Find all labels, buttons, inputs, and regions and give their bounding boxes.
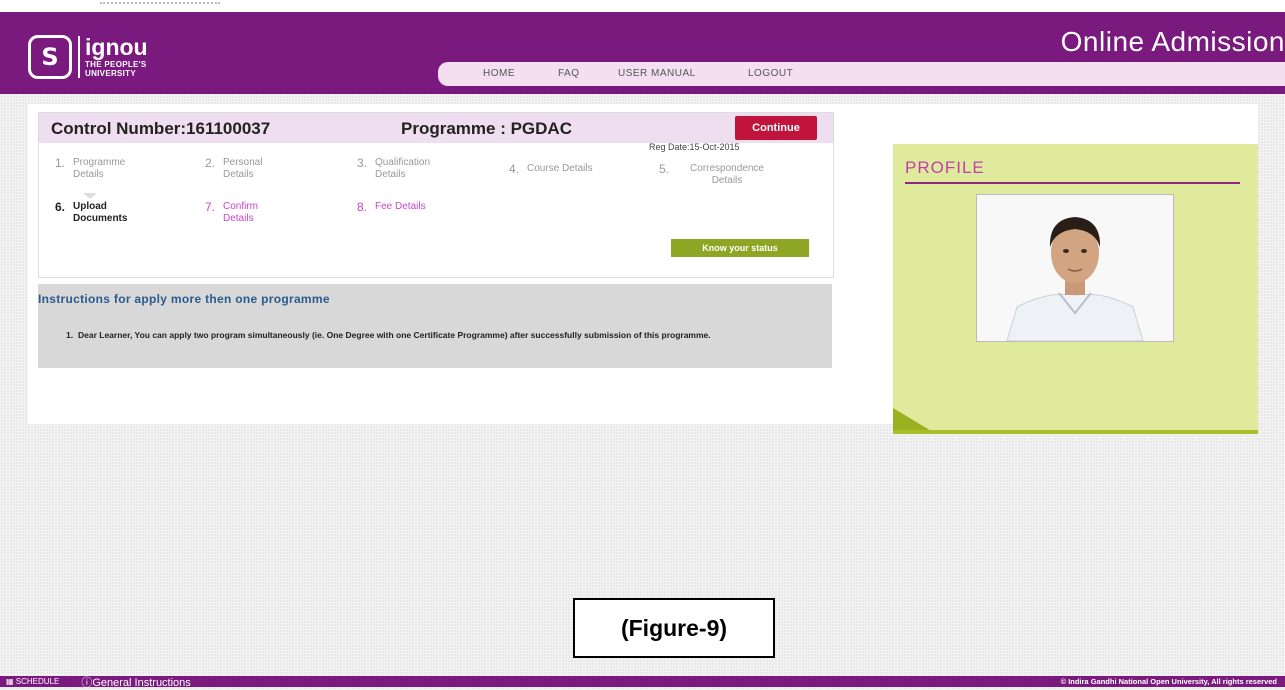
footer-bar: ▦ SCHEDULE ⓘGeneral Instructions © Indir… bbox=[0, 674, 1285, 690]
step-label: Upload Documents bbox=[73, 201, 128, 224]
nav-bar: HOME FAQ USER MANUAL LOGOUT bbox=[438, 62, 1285, 86]
ignou-emblem-icon: S bbox=[28, 35, 72, 79]
calendar-icon: ▦ bbox=[6, 677, 16, 686]
step-upload-documents[interactable]: 6. Upload Documents bbox=[55, 201, 165, 225]
step-label: Fee Details bbox=[375, 201, 426, 212]
programme-code: Programme : PGDAC bbox=[401, 119, 572, 138]
nav-home[interactable]: HOME bbox=[483, 68, 515, 79]
profile-photo-image bbox=[977, 195, 1173, 341]
profile-title: PROFILE bbox=[905, 158, 985, 177]
active-step-indicator bbox=[83, 193, 97, 199]
admission-card: Control Number:161100037 Programme : PGD… bbox=[38, 112, 834, 278]
instructions-panel: Instructions for apply more then one pro… bbox=[38, 284, 832, 368]
step-label: Confirm Details bbox=[223, 201, 259, 224]
step-number: 1. bbox=[55, 156, 66, 170]
profile-photo bbox=[976, 194, 1174, 342]
profile-panel: PROFILE bbox=[893, 144, 1258, 434]
step-qualification-details[interactable]: 3. Qualification Details bbox=[357, 157, 477, 181]
profile-divider bbox=[905, 182, 1240, 184]
instruction-text: Dear Learner, You can apply two program … bbox=[78, 330, 711, 340]
step-label: Correspondence Details bbox=[690, 163, 764, 186]
step-label: Qualification Details bbox=[375, 157, 431, 180]
step-label: Course Details bbox=[527, 163, 593, 174]
step-number: 7. bbox=[205, 200, 216, 214]
main-panel: Control Number:161100037 Programme : PGD… bbox=[28, 104, 1258, 434]
step-course-details[interactable]: 4. Course Details bbox=[509, 163, 649, 175]
control-number: Control Number:161100037 bbox=[51, 119, 271, 138]
profile-baseline bbox=[893, 430, 1258, 434]
profile-corner-accent bbox=[893, 408, 933, 432]
step-programme-details[interactable]: 1. Programme Details bbox=[55, 157, 165, 181]
site-header: S ignou THE PEOPLE'S UNIVERSITY Online A… bbox=[0, 12, 1285, 94]
step-number: 2. bbox=[205, 156, 216, 170]
step-correspondence-details[interactable]: 5. Correspondence Details bbox=[659, 163, 809, 187]
card-header: Control Number:161100037 Programme : PGD… bbox=[39, 113, 833, 143]
step-fee-details[interactable]: 8. Fee Details bbox=[357, 201, 487, 213]
nav-logout[interactable]: LOGOUT bbox=[748, 68, 793, 79]
know-your-status-button[interactable]: Know your status bbox=[671, 239, 809, 257]
step-number: 5. bbox=[659, 162, 670, 176]
logo-subtitle-1: THE PEOPLE'S bbox=[85, 60, 147, 69]
nav-user-manual[interactable]: USER MANUAL bbox=[618, 68, 696, 79]
step-confirm-details[interactable]: 7. Confirm Details bbox=[205, 201, 315, 225]
step-personal-details[interactable]: 2. Personal Details bbox=[205, 157, 315, 181]
schedule-label: SCHEDULE bbox=[15, 677, 60, 686]
instruction-item: 1. Dear Learner, You can apply two progr… bbox=[66, 330, 828, 340]
reg-date: Reg Date:15-Oct-2015 bbox=[649, 142, 740, 152]
general-instructions-link[interactable]: ⓘGeneral Instructions bbox=[81, 674, 190, 690]
instruction-number: 1. bbox=[66, 330, 74, 340]
step-number: 8. bbox=[357, 200, 368, 214]
step-label: Programme Details bbox=[73, 157, 126, 180]
nav-faq[interactable]: FAQ bbox=[558, 68, 580, 79]
top-strip-mark bbox=[100, 2, 220, 7]
step-label: Personal Details bbox=[223, 157, 263, 180]
instructions-title: Instructions for apply more then one pro… bbox=[38, 292, 330, 306]
step-number: 3. bbox=[357, 156, 368, 170]
step-number: 6. bbox=[55, 200, 66, 214]
logo-title: ignou bbox=[85, 34, 148, 60]
step-number: 4. bbox=[509, 162, 520, 176]
copyright: © Indira Gandhi National Open University… bbox=[1060, 677, 1277, 686]
logo-subtitle-2: UNIVERSITY bbox=[85, 69, 137, 78]
app-title: Online Admission bbox=[1060, 26, 1285, 57]
schedule-link[interactable]: ▦ SCHEDULE bbox=[6, 677, 59, 686]
ignou-logo[interactable]: S ignou THE PEOPLE'S UNIVERSITY bbox=[28, 32, 148, 82]
footer-links: ▦ SCHEDULE ⓘGeneral Instructions bbox=[6, 674, 191, 690]
continue-button[interactable]: Continue bbox=[735, 116, 817, 140]
browser-top-strip bbox=[0, 0, 1285, 12]
figure-caption: (Figure-9) bbox=[573, 598, 775, 658]
logo-text: ignou THE PEOPLE'S UNIVERSITY bbox=[78, 36, 148, 78]
